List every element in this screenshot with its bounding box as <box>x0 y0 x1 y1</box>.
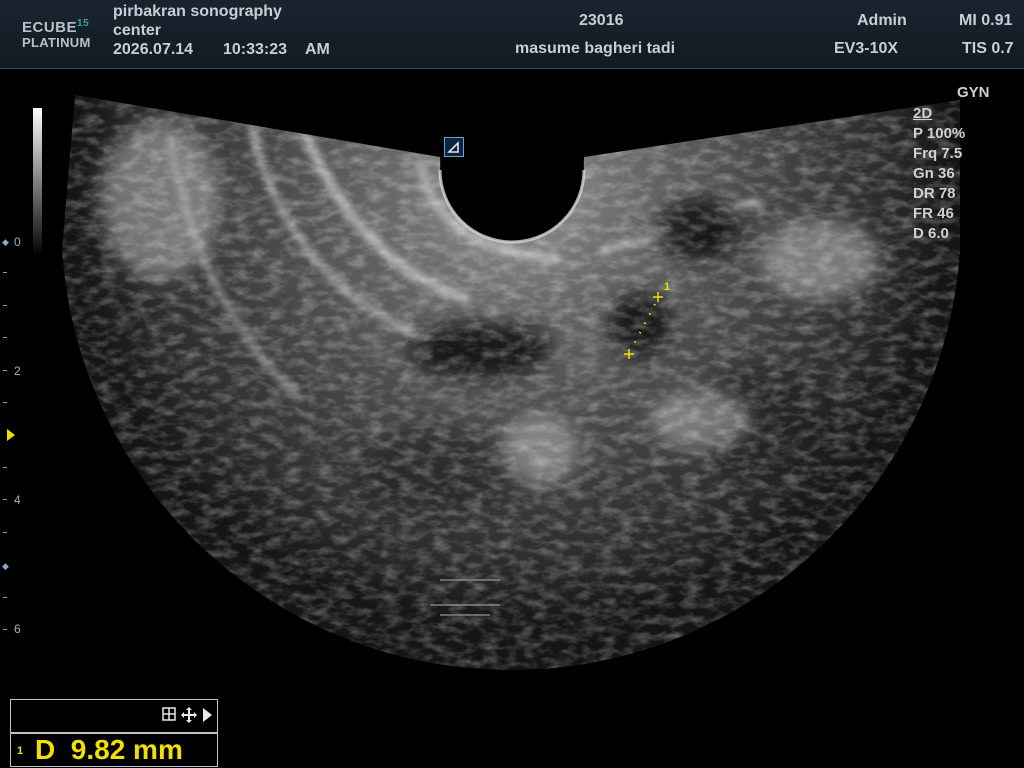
grayscale-bar <box>33 108 42 256</box>
move-icon[interactable] <box>181 707 197 723</box>
depth-diamond-icon: ◆ <box>2 561 9 571</box>
depth-tick <box>3 532 7 533</box>
probe-orientation-icon <box>444 137 464 157</box>
param-frequency: Frq 7.5 <box>913 145 963 162</box>
depth-tick <box>3 305 7 306</box>
depth-tick <box>3 370 7 371</box>
depth-label-6: 6 <box>14 622 21 636</box>
measurement-panel <box>10 699 218 733</box>
ultrasound-image[interactable] <box>0 0 1024 768</box>
param-depth: D 6.0 <box>913 225 949 242</box>
param-gain: Gn 36 <box>913 165 955 182</box>
depth-tick <box>3 272 7 273</box>
depth-label-2: 2 <box>14 364 21 378</box>
depth-tick <box>3 337 7 338</box>
depth-tick <box>3 402 7 403</box>
measurement-index: 1 <box>17 745 24 757</box>
imaging-mode: 2D <box>913 105 933 122</box>
depth-label-0: 0 <box>14 235 21 249</box>
depth-diamond-icon: ◆ <box>2 237 9 247</box>
param-power: P 100% <box>913 125 966 142</box>
param-dynamic-range: DR 78 <box>913 185 956 202</box>
imaging-parameters: 2D P 100% Frq 7.5 Gn 36 DR 78 FR 46 D 6.… <box>913 82 965 244</box>
measurement-value: D 9.82 mm <box>35 734 183 765</box>
depth-tick <box>3 629 7 630</box>
measurement-result: 1 D 9.82 mm <box>10 733 218 767</box>
depth-tick <box>3 467 7 468</box>
depth-label-4: 4 <box>14 493 21 507</box>
focus-marker-icon[interactable] <box>7 429 15 441</box>
depth-tick <box>3 597 7 598</box>
grid-icon[interactable] <box>161 707 177 723</box>
depth-tick <box>3 499 7 500</box>
param-frame-rate: FR 46 <box>913 205 954 222</box>
play-icon[interactable] <box>199 707 215 723</box>
caliper-label: 1 <box>664 281 671 293</box>
